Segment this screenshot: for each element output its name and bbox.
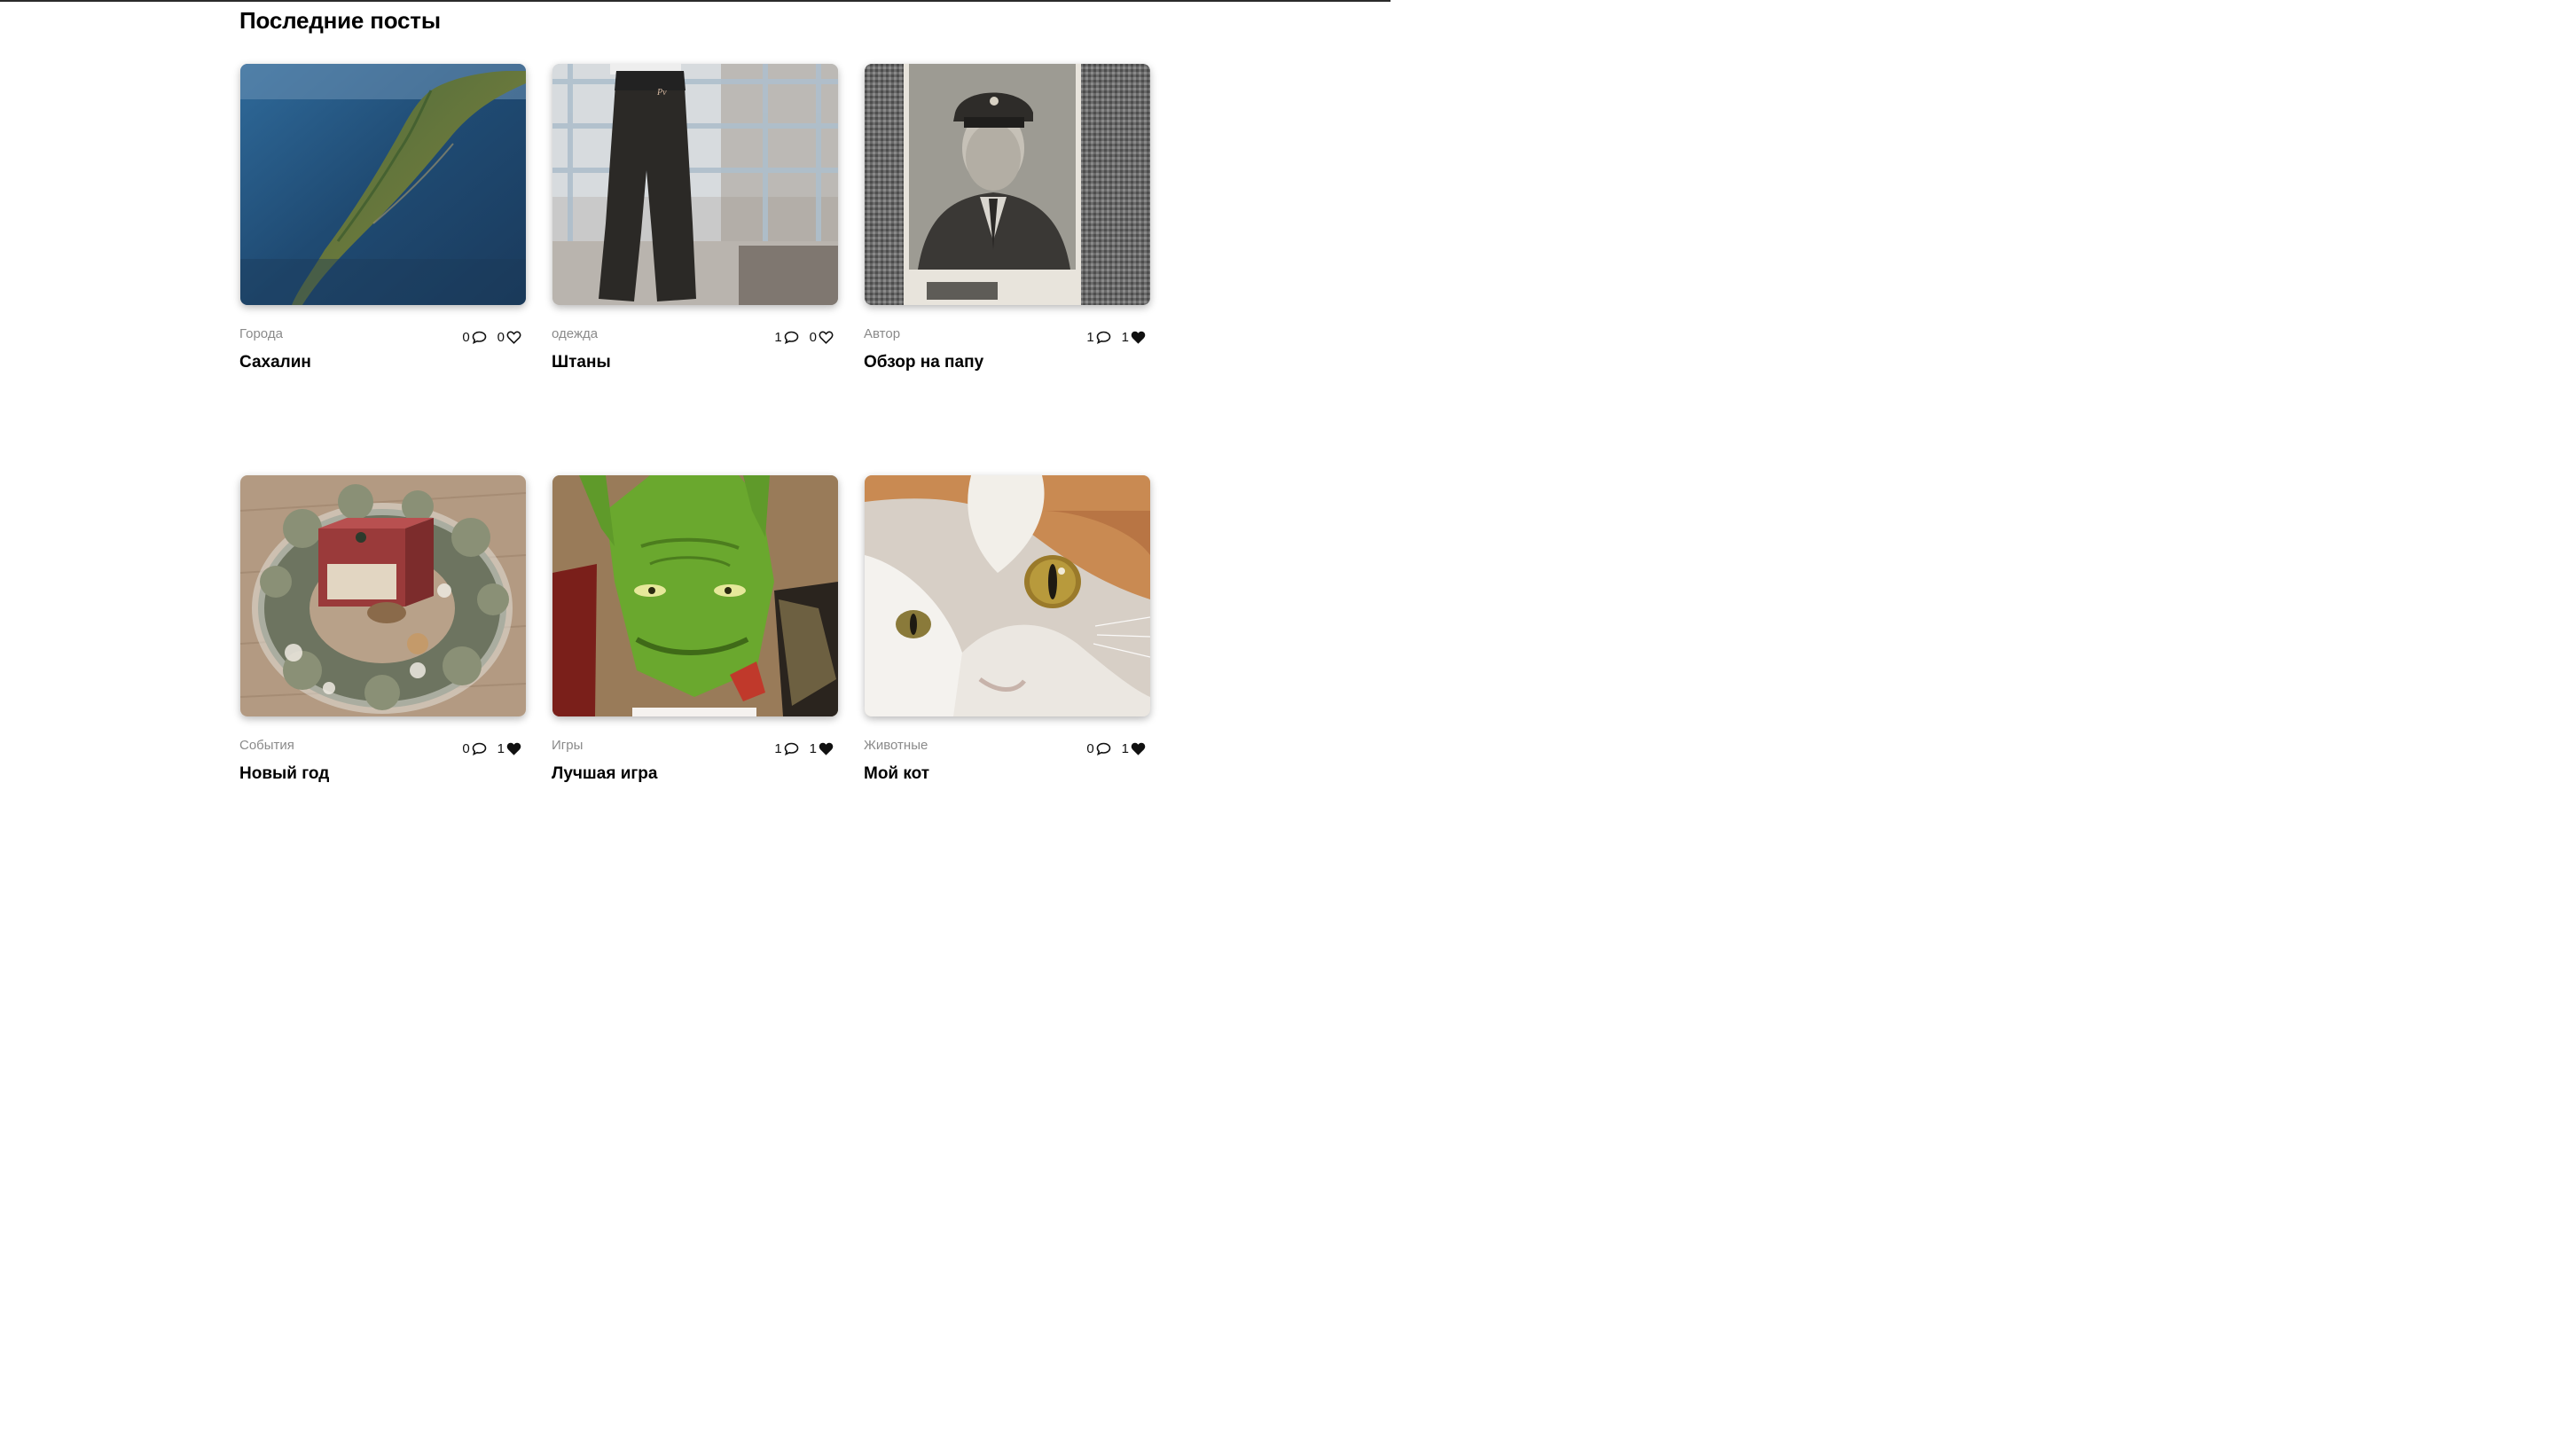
post-stats: 1 1 xyxy=(1076,330,1146,345)
heart-filled-icon[interactable] xyxy=(506,742,521,755)
post-stats: 1 0 xyxy=(764,330,834,345)
heart-outline-icon[interactable] xyxy=(506,331,521,344)
comments-count[interactable]: 0 xyxy=(1086,741,1110,756)
post-category[interactable]: Животные xyxy=(864,738,928,753)
post-stats: 0 1 xyxy=(451,741,521,756)
post-title[interactable]: Мой кот xyxy=(864,764,929,784)
post-image[interactable] xyxy=(240,475,526,716)
likes-count[interactable]: 1 xyxy=(1122,330,1146,345)
post-card[interactable]: Pv одежда 1 0 Штаны xyxy=(552,64,839,372)
comments-count[interactable]: 0 xyxy=(462,741,486,756)
post-image[interactable] xyxy=(552,475,838,716)
heart-outline-icon[interactable] xyxy=(819,331,834,344)
likes-count[interactable]: 0 xyxy=(497,330,521,345)
post-card[interactable]: Животные 0 1 Мой кот xyxy=(864,475,1151,784)
likes-count[interactable]: 1 xyxy=(810,741,834,756)
post-stats: 1 1 xyxy=(764,741,834,756)
comment-icon xyxy=(1096,742,1110,755)
comments-count[interactable]: 1 xyxy=(774,741,798,756)
post-title[interactable]: Лучшая игра xyxy=(552,764,657,784)
post-card[interactable]: Автор 1 1 Обзор на папу xyxy=(864,64,1151,372)
post-image[interactable] xyxy=(865,64,1150,305)
post-image[interactable] xyxy=(865,475,1150,716)
post-card[interactable]: Города 0 0 Сахалин xyxy=(239,64,527,372)
post-stats: 0 1 xyxy=(1076,741,1146,756)
svg-text:Pv: Pv xyxy=(656,88,667,98)
post-category[interactable]: Города xyxy=(239,326,283,341)
post-title[interactable]: Сахалин xyxy=(239,353,311,372)
comment-icon xyxy=(784,742,798,755)
post-image[interactable] xyxy=(240,64,526,305)
top-divider xyxy=(0,0,1391,2)
post-card[interactable]: События 0 1 Новый год xyxy=(239,475,527,784)
comment-icon xyxy=(1096,331,1110,344)
comment-icon xyxy=(472,742,486,755)
likes-count[interactable]: 0 xyxy=(810,330,834,345)
likes-count[interactable]: 1 xyxy=(497,741,521,756)
post-image[interactable]: Pv xyxy=(552,64,838,305)
post-title[interactable]: Штаны xyxy=(552,353,611,372)
heart-filled-icon[interactable] xyxy=(819,742,834,755)
likes-count[interactable]: 1 xyxy=(1122,741,1146,756)
page-title: Последние посты xyxy=(239,7,441,34)
comments-count[interactable]: 1 xyxy=(1086,330,1110,345)
heart-filled-icon[interactable] xyxy=(1131,331,1146,344)
post-card[interactable]: Игры 1 1 Лучшая игра xyxy=(552,475,839,784)
post-category[interactable]: Игры xyxy=(552,738,583,753)
post-category[interactable]: События xyxy=(239,738,294,753)
comments-count[interactable]: 0 xyxy=(462,330,486,345)
post-stats: 0 0 xyxy=(451,330,521,345)
comments-count[interactable]: 1 xyxy=(774,330,798,345)
posts-grid: Города 0 0 Сахалин Pv одежда 1 0 Штаны А… xyxy=(239,64,1151,784)
post-title[interactable]: Обзор на папу xyxy=(864,353,983,372)
post-title[interactable]: Новый год xyxy=(239,764,329,784)
heart-filled-icon[interactable] xyxy=(1131,742,1146,755)
post-category[interactable]: Автор xyxy=(864,326,900,341)
comment-icon xyxy=(784,331,798,344)
post-category[interactable]: одежда xyxy=(552,326,598,341)
comment-icon xyxy=(472,331,486,344)
